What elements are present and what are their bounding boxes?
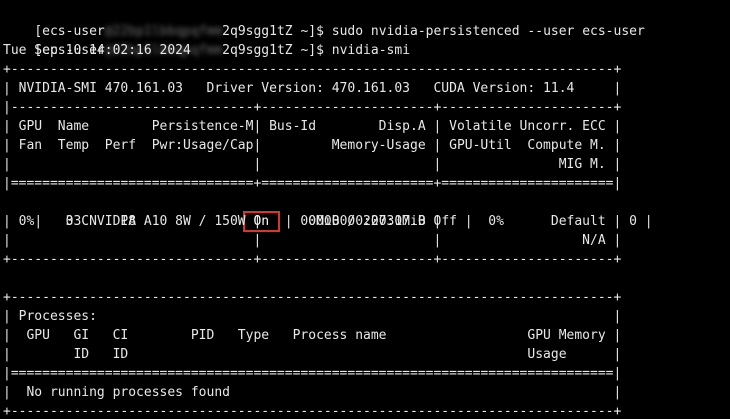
command-line-persistenced: [ecs-user@22bp1lbbqpqfmm2q9sgg1tZ ~]$ su… xyxy=(3,3,730,39)
table-header-row-1: | GPU Name Persistence-M| Bus-Id Disp.A … xyxy=(3,119,622,134)
smi-version-line: | NVIDIA-SMI 470.161.03 Driver Version: … xyxy=(3,81,622,96)
table-separator: |-------------------------------+-------… xyxy=(3,100,622,115)
table-border-top: +---------------------------------------… xyxy=(3,62,622,77)
output-timestamp: Tue Sep 10 14:02:16 2024 xyxy=(3,43,191,58)
gpu-row-3: | | | N/A | xyxy=(3,233,622,248)
process-table-border-bottom: +---------------------------------------… xyxy=(3,404,622,419)
table-header-row-3: | | | MIG M. | xyxy=(3,157,622,172)
gpu-row-1: | 0 NVIDIA A10 On | 00000000:00:07.0 Off… xyxy=(3,193,730,232)
command-line-nvidia-smi: [ecs-user@22bp1lbbqpqfmm2q9sgg1tZ ~]$ nv… xyxy=(3,22,730,58)
process-table-double-border: |=======================================… xyxy=(3,366,622,381)
table-double-border: |===============================+=======… xyxy=(3,176,622,191)
table-header-row-2: | Fan Temp Perf Pwr:Usage/Cap| Memory-Us… xyxy=(3,138,622,153)
process-table-header-2: | ID ID Usage | xyxy=(3,347,622,362)
process-table-empty-message: | No running processes found | xyxy=(3,385,622,400)
terminal-window[interactable]: [ecs-user@22bp1lbbqpqfmm2q9sgg1tZ ~]$ su… xyxy=(0,0,730,419)
process-table-border-top: +---------------------------------------… xyxy=(3,290,622,305)
gpu-row-2: | 0% 33C P8 8W / 150W | 0MiB / 22731MiB … xyxy=(3,214,622,229)
process-table-title: | Processes: | xyxy=(3,309,622,324)
table-border-bottom: +-------------------------------+-------… xyxy=(3,252,622,267)
process-table-header-1: | GPU GI CI PID Type Process name GPU Me… xyxy=(3,328,622,343)
